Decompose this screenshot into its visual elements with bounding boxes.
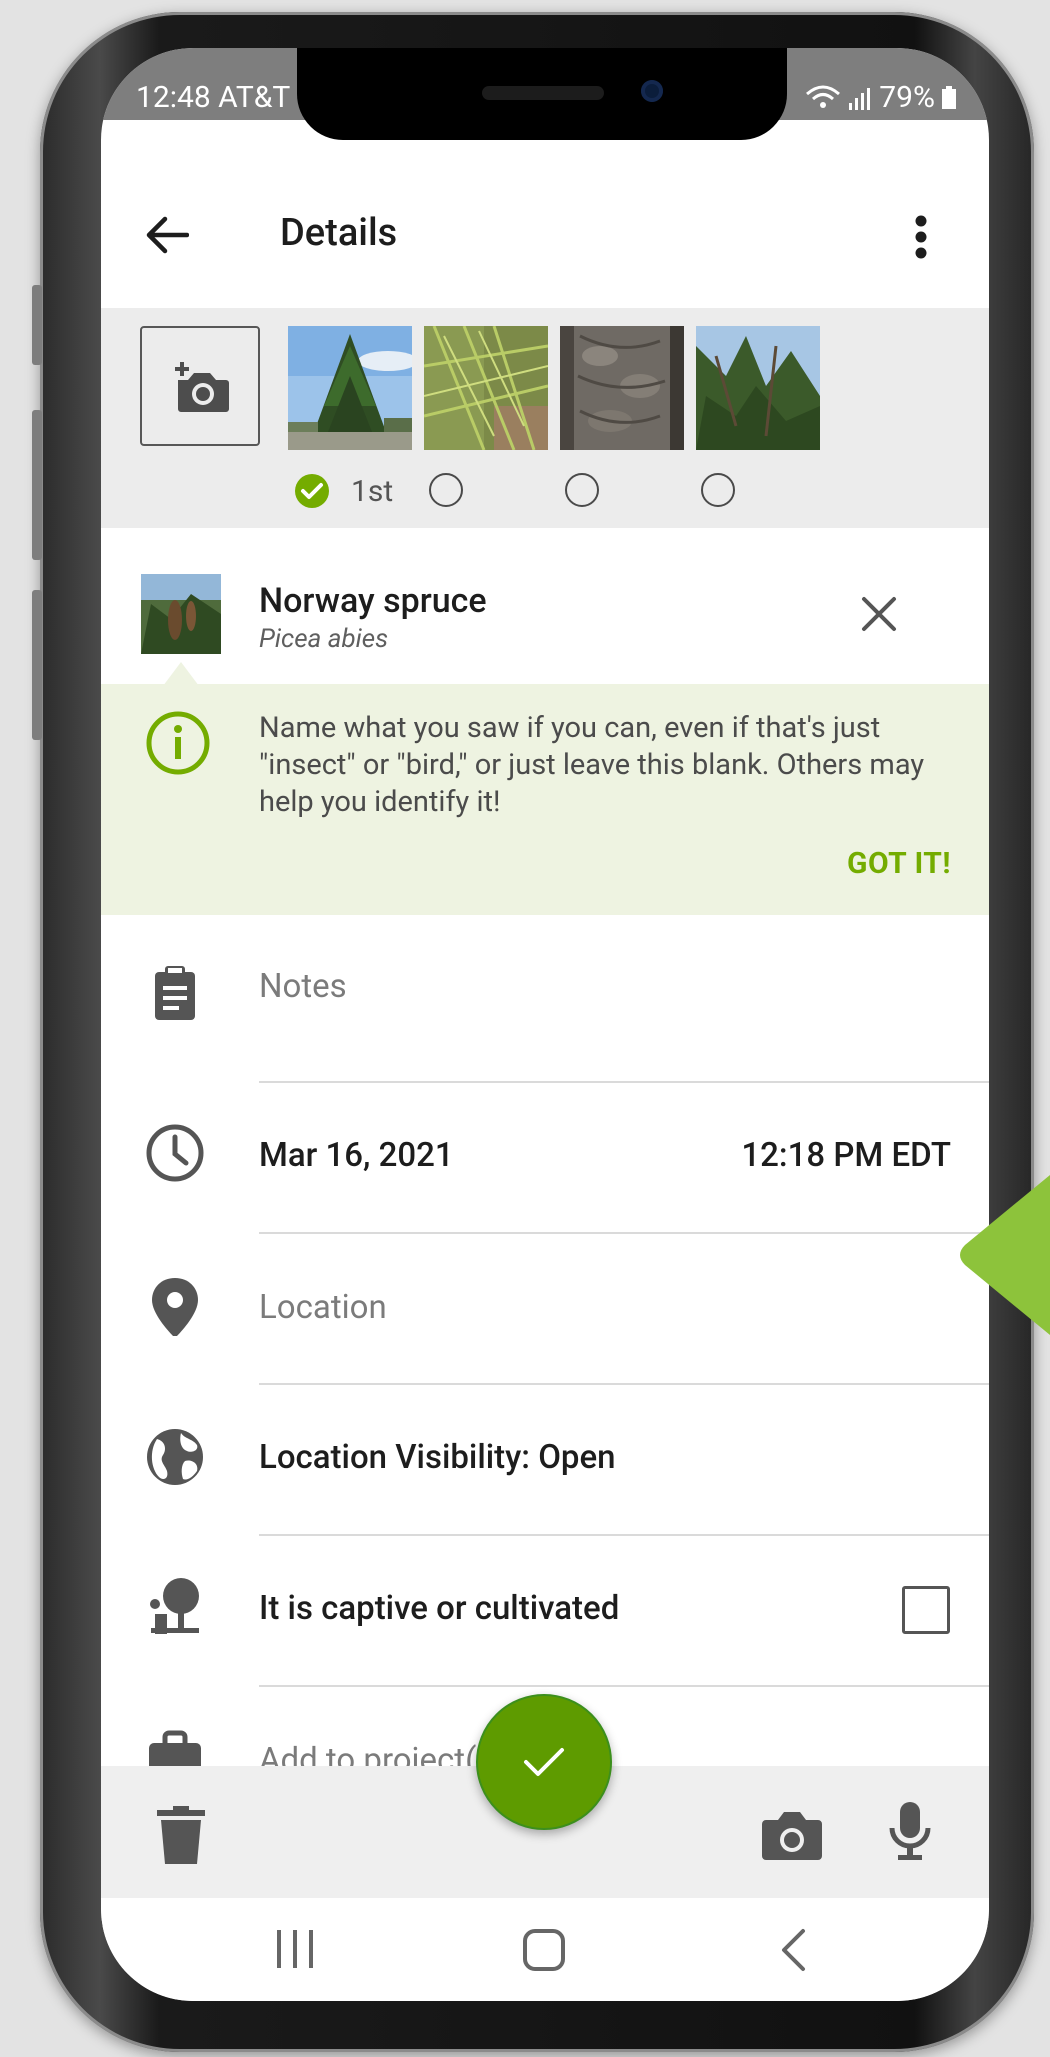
tree-photo bbox=[288, 326, 412, 450]
status-icons: 79% bbox=[805, 80, 957, 115]
photo-radio[interactable] bbox=[565, 473, 599, 507]
back-arrow-icon[interactable] bbox=[145, 215, 189, 255]
got-it-button[interactable]: GOT IT! bbox=[847, 846, 951, 881]
location-pin-icon bbox=[152, 1278, 198, 1336]
back-nav-icon[interactable] bbox=[779, 1928, 807, 1972]
photo-strip: 1st bbox=[101, 308, 989, 528]
front-camera bbox=[641, 80, 663, 102]
species-common-name: Norway spruce bbox=[259, 581, 487, 621]
recents-icon[interactable] bbox=[273, 1928, 317, 1970]
photo-radio[interactable] bbox=[701, 473, 735, 507]
observation-time[interactable]: 12:18 PM EDT bbox=[741, 1136, 951, 1175]
needles-photo bbox=[424, 326, 548, 450]
captive-checkbox[interactable] bbox=[902, 1586, 950, 1634]
photo-thumbnail[interactable] bbox=[560, 326, 684, 450]
primary-photo-label: 1st bbox=[351, 474, 394, 509]
home-icon[interactable] bbox=[522, 1928, 566, 1972]
photo-thumbnail[interactable] bbox=[288, 326, 412, 450]
screen: 12:48 AT&T 79% Details 1st Norway spruce… bbox=[101, 48, 989, 2001]
captive-label: It is captive or cultivated bbox=[259, 1589, 620, 1628]
camera-notch bbox=[297, 48, 787, 140]
species-scientific-name: Picea abies bbox=[259, 624, 389, 654]
status-time: 12:48 AT&T bbox=[136, 80, 291, 115]
location-visibility-row[interactable]: Location Visibility: Open bbox=[101, 1385, 989, 1535]
wifi-icon bbox=[806, 85, 841, 108]
location-field[interactable]: Location bbox=[259, 1288, 387, 1327]
captive-row[interactable]: It is captive or cultivated bbox=[101, 1536, 989, 1686]
identification-tip: Name what you saw if you can, even if th… bbox=[101, 684, 989, 915]
close-icon[interactable] bbox=[861, 596, 897, 632]
microphone-icon[interactable] bbox=[888, 1800, 932, 1862]
clock-icon bbox=[146, 1124, 204, 1182]
species-thumbnail bbox=[141, 574, 221, 654]
globe-icon bbox=[147, 1429, 203, 1485]
briefcase-icon bbox=[149, 1730, 201, 1766]
page-title: Details bbox=[280, 211, 398, 255]
info-icon bbox=[146, 711, 210, 775]
notes-field[interactable]: Notes bbox=[259, 967, 347, 1006]
tip-pointer bbox=[163, 662, 199, 686]
canopy-photo bbox=[696, 326, 820, 450]
side-button bbox=[32, 285, 42, 365]
check-circle-icon[interactable] bbox=[294, 473, 330, 509]
side-button bbox=[32, 590, 42, 740]
save-fab-button[interactable] bbox=[476, 1694, 612, 1830]
side-button bbox=[32, 410, 42, 560]
callout-arrow bbox=[960, 1175, 1050, 1335]
camera-icon[interactable] bbox=[762, 1810, 822, 1860]
earpiece-speaker bbox=[482, 86, 604, 100]
battery-icon bbox=[942, 85, 956, 109]
photo-radio[interactable] bbox=[429, 473, 463, 507]
add-to-project-field[interactable]: Add to project(s) bbox=[259, 1741, 505, 1766]
observation-date[interactable]: Mar 16, 2021 bbox=[259, 1136, 454, 1175]
add-photo-icon bbox=[175, 362, 229, 412]
photo-thumbnail[interactable] bbox=[696, 326, 820, 450]
signal-icon bbox=[849, 87, 871, 110]
add-photo-button[interactable] bbox=[140, 326, 260, 446]
location-row[interactable]: Location bbox=[101, 1234, 989, 1384]
clipboard-icon bbox=[155, 966, 195, 1020]
app-bar: Details bbox=[101, 140, 989, 308]
bark-photo bbox=[560, 326, 684, 450]
tip-text: Name what you saw if you can, even if th… bbox=[259, 711, 925, 819]
battery-percent: 79% bbox=[879, 80, 935, 115]
photo-thumbnail[interactable] bbox=[424, 326, 548, 450]
species-row[interactable]: Norway spruce Picea abies bbox=[101, 528, 989, 684]
trash-icon[interactable] bbox=[157, 1806, 205, 1864]
notes-row[interactable]: Notes bbox=[101, 915, 989, 1065]
location-visibility: Location Visibility: Open bbox=[259, 1438, 616, 1477]
system-nav-bar bbox=[101, 1898, 989, 2001]
more-vert-icon[interactable] bbox=[913, 215, 929, 259]
date-time-row[interactable]: Mar 16, 2021 12:18 PM EDT bbox=[101, 1083, 989, 1233]
captive-tree-icon bbox=[150, 1578, 199, 1634]
check-icon bbox=[524, 1748, 564, 1776]
